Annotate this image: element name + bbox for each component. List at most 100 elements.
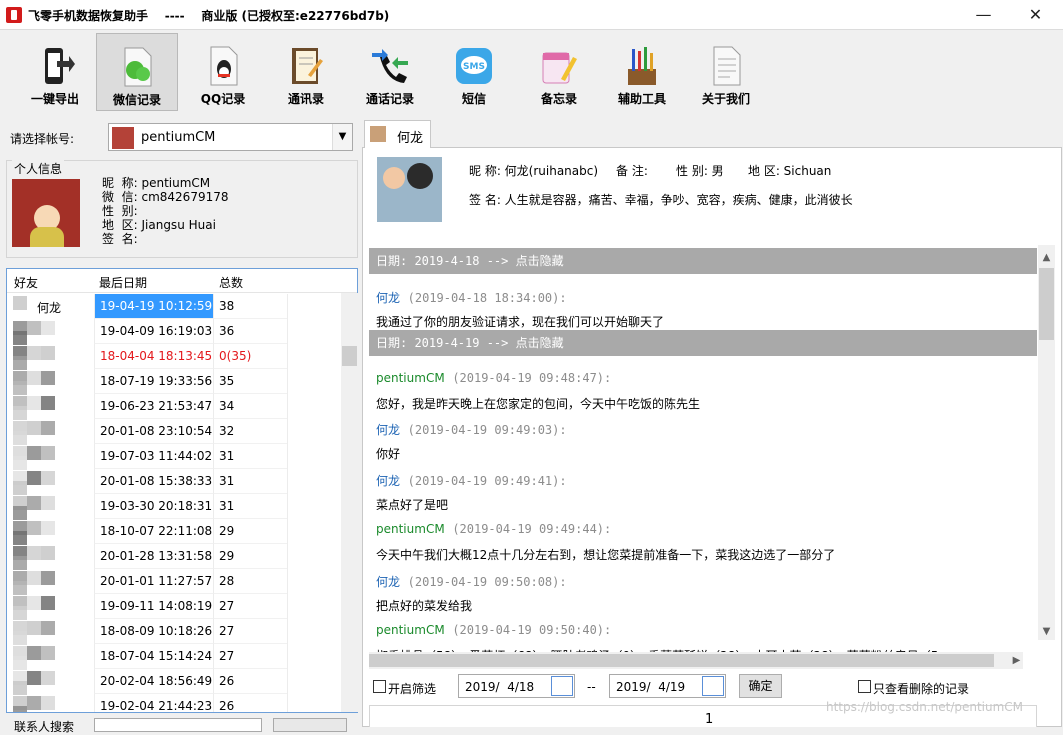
date-toggle-band[interactable]: 日期: 2019-4-18 --> 点击隐藏 (369, 248, 1037, 274)
window-title: 飞零手机数据恢复助手 ---- 商业版 (已授权至:e22776bd7b) (28, 9, 390, 23)
phone-export-icon (45, 48, 75, 84)
toolbar-button-calls[interactable]: 通话记录 (349, 33, 431, 111)
empty-cell (287, 494, 342, 519)
table-row[interactable]: 19-06-23 21:53:47 34 (7, 394, 342, 420)
scroll-right-icon[interactable]: ▶ (1008, 652, 1025, 669)
friend-signature: 签 名: 人生就是容器，痛苦、幸福，争吵、宽容，疾病、健康，此消彼长 (469, 193, 853, 207)
count-cell: 31 (213, 469, 287, 494)
toolbar-label: QQ记录 (200, 92, 246, 106)
minimize-button[interactable]: — (961, 0, 1006, 30)
last-date-cell: 18-07-04 15:14:24 (94, 644, 213, 669)
count-cell: 36 (213, 319, 287, 344)
friend-cell (7, 669, 94, 695)
table-row[interactable]: 19-02-04 21:44:23 26 (7, 694, 342, 712)
calendar-icon[interactable] (702, 676, 724, 696)
blurred-avatar-pixel (27, 546, 41, 560)
column-header-date[interactable]: 最后日期 (99, 274, 147, 291)
friends-scrollbar[interactable] (341, 293, 358, 712)
scroll-down-icon[interactable]: ▼ (1038, 623, 1055, 640)
toolbar-button-wechat[interactable]: 微信记录 (96, 33, 178, 111)
date-from-value: 2019/ 4/18 (465, 680, 535, 694)
account-label: 请选择帐号: (10, 132, 75, 146)
blurred-avatar-pixel (41, 571, 55, 585)
chat-log[interactable]: 日期: 2019-4-18 --> 点击隐藏 何龙 (2019-04-18 18:… (369, 245, 1037, 668)
empty-cell (287, 544, 342, 569)
table-row[interactable]: 20-01-08 15:38:33 31 (7, 469, 342, 495)
date-from-picker[interactable]: 2019/ 4/18 (458, 674, 575, 698)
date-toggle-band[interactable]: 日期: 2019-4-19 --> 点击隐藏 (369, 329, 1037, 356)
table-row[interactable]: 19-09-11 14:08:19 27 (7, 594, 342, 620)
close-button[interactable]: ✕ (1013, 0, 1058, 30)
empty-cell (287, 694, 342, 712)
empty-cell (287, 369, 342, 394)
table-row[interactable]: 18-07-04 15:14:24 27 (7, 644, 342, 670)
last-date-cell: 19-06-23 21:53:47 (94, 394, 213, 419)
toolbar-button-qq[interactable]: QQ记录 (182, 33, 264, 111)
column-header-count[interactable]: 总数 (219, 274, 243, 291)
toolbar-button-contacts[interactable]: 通讯录 (265, 33, 347, 111)
friend-cell (7, 519, 94, 545)
last-date-cell: 20-01-08 15:38:33 (94, 469, 213, 494)
chevron-down-icon[interactable]: ▼ (332, 124, 352, 150)
last-date-cell: 20-02-04 18:56:49 (94, 669, 213, 694)
toolbar-button-memo[interactable]: 备忘录 (518, 33, 600, 111)
empty-cell (287, 344, 342, 369)
count-cell: 27 (213, 594, 287, 619)
table-row[interactable]: 20-01-28 13:31:58 29 (7, 544, 342, 570)
scroll-thumb[interactable] (342, 346, 357, 366)
toolbar-label: 一键导出 (30, 92, 79, 106)
enable-filter-checkbox[interactable] (373, 680, 386, 693)
table-row[interactable]: 20-01-01 11:27:57 28 (7, 569, 342, 595)
column-header-friend[interactable]: 好友 (14, 274, 38, 291)
table-row[interactable]: 19-07-03 11:44:02 31 (7, 444, 342, 470)
toolbar-button-about[interactable]: 关于我们 (685, 33, 767, 111)
blurred-avatar-pixel (27, 521, 41, 535)
deleted-only-label: 只查看删除的记录 (873, 682, 970, 696)
friend-cell (7, 369, 94, 395)
scroll-thumb[interactable] (369, 654, 994, 667)
table-row[interactable]: 何龙 19-04-19 10:12:59 38 (7, 294, 342, 319)
table-row[interactable]: 20-01-08 23:10:54 32 (7, 419, 342, 445)
count-cell: 31 (213, 494, 287, 519)
friend-cell: 何龙 (7, 294, 94, 319)
table-row[interactable]: 18-04-04 18:13:45 0(35) (7, 344, 342, 370)
chat-horizontal-scrollbar[interactable]: ▶ (369, 652, 1023, 669)
toolbar-button-sms[interactable]: SMS 短信 (433, 33, 515, 111)
table-row[interactable]: 18-08-09 10:18:26 27 (7, 619, 342, 645)
scroll-up-icon[interactable]: ▲ (1038, 249, 1055, 266)
page-number[interactable]: 1 (705, 712, 713, 727)
chat-vertical-scrollbar[interactable]: ▲ ▼ (1038, 245, 1055, 640)
blurred-avatar-pixel (41, 471, 55, 485)
blurred-avatar-pixel (13, 356, 27, 370)
date-to-picker[interactable]: 2019/ 4/19 (609, 674, 726, 698)
toolbar-label: 通话记录 (365, 92, 414, 106)
toolbar-button-export[interactable]: 一键导出 (14, 33, 96, 111)
empty-cell (287, 444, 342, 469)
blurred-avatar-pixel (13, 456, 27, 470)
blurred-avatar-pixel (41, 596, 55, 610)
message-time: (2019-04-19 09:49:44): (452, 522, 612, 536)
toolbar-button-tools[interactable]: 辅助工具 (601, 33, 683, 111)
avatar (12, 179, 80, 247)
scroll-thumb[interactable] (1039, 268, 1054, 340)
account-select[interactable]: pentiumCM ▼ (108, 123, 353, 151)
blurred-avatar-pixel (41, 421, 55, 435)
calendar-icon[interactable] (551, 676, 573, 696)
blurred-avatar-pixel (13, 581, 27, 595)
table-row[interactable]: 18-10-07 22:11:08 29 (7, 519, 342, 545)
last-date-cell: 19-02-04 21:44:23 (94, 694, 213, 712)
table-row[interactable]: 20-02-04 18:56:49 26 (7, 669, 342, 695)
tab-chat-friend[interactable]: 何龙 (364, 120, 431, 148)
contact-search-input[interactable] (94, 718, 262, 732)
enable-filter-label: 开启筛选 (388, 682, 437, 696)
message-text: 您好，我是昨天晚上在您家定的包间，今天中午吃饭的陈先生 (376, 396, 701, 411)
friend-cell (7, 419, 94, 445)
friend-cell (7, 344, 94, 370)
friends-list[interactable]: 好友 最后日期 总数 何龙 19-04-19 10:12:59 38 19-04-09… (6, 268, 358, 713)
deleted-only-checkbox[interactable] (858, 680, 871, 693)
table-row[interactable]: 19-03-30 20:18:31 31 (7, 494, 342, 520)
table-row[interactable]: 18-07-19 19:33:56 35 (7, 369, 342, 395)
confirm-button[interactable]: 确定 (739, 674, 782, 698)
contact-search-button[interactable] (273, 718, 347, 732)
table-row[interactable]: 19-04-09 16:19:03 36 (7, 319, 342, 345)
